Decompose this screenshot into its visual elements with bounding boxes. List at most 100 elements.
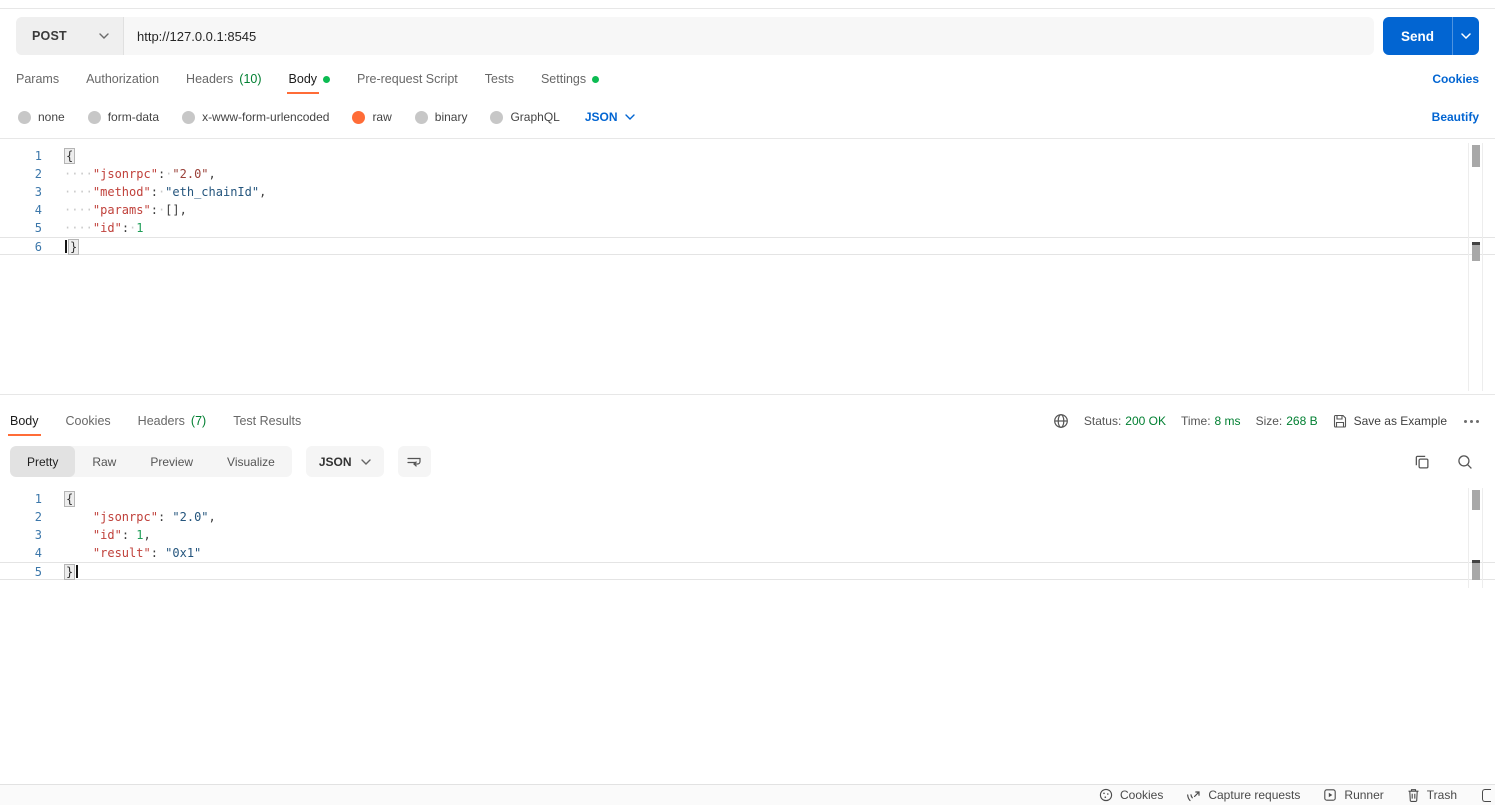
capture-requests-icon	[1187, 791, 1200, 802]
view-tab-raw[interactable]: Raw	[75, 446, 133, 477]
line-number: 2	[34, 510, 42, 524]
response-tab-cookies[interactable]: Cookies	[66, 404, 111, 438]
scrollbar-cursor-marker	[1472, 560, 1480, 580]
view-tab-visualize[interactable]: Visualize	[210, 446, 292, 477]
response-language-select[interactable]: JSON	[305, 446, 384, 477]
body-type-none[interactable]: none	[18, 110, 65, 124]
footer-capture-requests-button[interactable]: Capture requests	[1186, 788, 1300, 802]
body-type-binary[interactable]: binary	[414, 110, 468, 124]
code-content: "jsonrpc": "2.0",	[56, 508, 1495, 526]
code-content: {	[56, 147, 1495, 165]
scrollbar-cursor-marker	[1472, 242, 1480, 261]
response-body-viewer[interactable]: 1{2 "jsonrpc": "2.0", 3 "id": 1, 4 "result…	[0, 484, 1495, 594]
token: ····	[64, 203, 93, 217]
copy-icon[interactable]	[1414, 454, 1430, 470]
size-pair: Size: 268 B	[1256, 414, 1318, 428]
method-select[interactable]: POST	[16, 17, 124, 55]
url-input[interactable]: http://127.0.0.1:8545	[124, 17, 1374, 55]
line-number: 4	[34, 203, 42, 217]
view-tab-preview[interactable]: Preview	[133, 446, 210, 477]
code-line: 1{	[0, 147, 1495, 165]
scrollbar-thumb[interactable]	[1472, 490, 1480, 510]
size-label: Size:	[1255, 414, 1283, 428]
request-tabs-row: Params Authorization Headers (10) Body Pre-re…	[16, 64, 1479, 94]
token: :	[157, 510, 173, 524]
modified-dot	[592, 75, 600, 83]
body-type-raw[interactable]: raw	[352, 110, 392, 124]
token: ,	[208, 510, 216, 524]
chevron-down-icon	[1461, 33, 1471, 39]
chevron-down-icon	[360, 458, 371, 465]
trash-icon	[1408, 789, 1419, 802]
radio-icon	[87, 110, 101, 124]
tab-pre-request-script[interactable]: Pre-request Script	[357, 64, 458, 94]
network-globe-icon[interactable]	[1053, 413, 1069, 429]
footer-runner-button[interactable]: Runner	[1323, 788, 1384, 802]
modified-dot	[323, 75, 331, 83]
view-tab-pretty[interactable]: Pretty	[10, 446, 76, 477]
body-type-graphql-label: GraphQL	[510, 110, 560, 124]
scrollbar-thumb[interactable]	[1472, 145, 1480, 167]
token: ····	[64, 221, 93, 235]
request-body-editor[interactable]: 1{2 ····"jsonrpc":·"2.0", 3 ····"method":·"…	[0, 139, 1495, 393]
request-editor-scrollbar[interactable]	[1468, 143, 1483, 391]
method-label: POST	[32, 29, 67, 43]
save-as-example-button[interactable]: Save as Example	[1333, 414, 1447, 428]
cookies-link[interactable]: Cookies	[1432, 72, 1479, 86]
send-button-group: Send	[1383, 17, 1479, 55]
request-url-bar: POST http://127.0.0.1:8545 Send	[16, 17, 1479, 55]
tab-settings[interactable]: Settings	[541, 64, 600, 94]
body-type-options: none form-data x-www-form-urlencoded raw bin…	[18, 110, 560, 124]
body-type-binary-label: binary	[434, 110, 468, 124]
code-content: ····"params":·[],	[56, 201, 1495, 219]
language-select[interactable]: JSON	[585, 110, 635, 124]
tab-body[interactable]: Body	[286, 64, 331, 94]
wrap-text-button[interactable]	[397, 446, 431, 477]
tab-tests-label: Tests	[484, 72, 514, 86]
footer-cookies-button[interactable]: Cookies	[1099, 788, 1163, 802]
tab-authorization[interactable]: Authorization	[86, 64, 159, 94]
send-options-button[interactable]	[1452, 17, 1479, 55]
token: {	[64, 491, 76, 507]
wrap-text-icon	[407, 457, 421, 467]
tab-tests[interactable]: Tests	[485, 64, 514, 94]
response-tab-test-results[interactable]: Test Results	[233, 404, 301, 438]
token: "2.0"	[172, 510, 209, 524]
response-tab-headers[interactable]: Headers (7)	[138, 404, 207, 438]
search-icon[interactable]	[1457, 454, 1473, 470]
line-number: 3	[34, 185, 42, 199]
footer-trash-label: Trash	[1426, 788, 1457, 802]
send-button[interactable]: Send	[1383, 17, 1452, 55]
chevron-down-icon	[99, 33, 109, 39]
tab-params[interactable]: Params	[16, 64, 59, 94]
token: 1	[136, 221, 144, 235]
body-type-form-data[interactable]: form-data	[87, 110, 159, 124]
token: "method"	[92, 185, 151, 199]
tab-headers[interactable]: Headers (10)	[186, 64, 261, 94]
token: ,	[143, 528, 151, 542]
more-options-button[interactable]	[1462, 419, 1481, 423]
response-editor-scrollbar[interactable]	[1468, 488, 1483, 588]
token: ····	[64, 185, 93, 199]
token: "id"	[92, 221, 122, 235]
token: :	[150, 546, 166, 560]
code-content: ····"method":·"eth_chainId",	[56, 183, 1495, 201]
token: "params"	[92, 203, 151, 217]
response-view-tabs: Pretty Raw Preview Visualize	[10, 446, 292, 477]
two-pane-icon[interactable]	[1482, 788, 1491, 802]
response-tab-headers-count: (7)	[190, 414, 207, 428]
beautify-link[interactable]: Beautify	[1432, 110, 1479, 124]
footer-trash-button[interactable]: Trash	[1407, 788, 1457, 802]
status-label: Status:	[1083, 414, 1122, 428]
code-line: 3 ····"method":·"eth_chainId",	[0, 183, 1495, 201]
token: "id"	[92, 528, 122, 542]
line-number: 1	[34, 492, 42, 506]
body-type-graphql[interactable]: GraphQL	[490, 110, 560, 124]
body-type-x-www-form-urlencoded[interactable]: x-www-form-urlencoded	[182, 110, 329, 124]
token: ,	[259, 185, 267, 199]
response-tab-body[interactable]: Body	[8, 404, 40, 438]
line-number: 5	[34, 221, 42, 235]
tab-authorization-label: Authorization	[86, 72, 160, 86]
